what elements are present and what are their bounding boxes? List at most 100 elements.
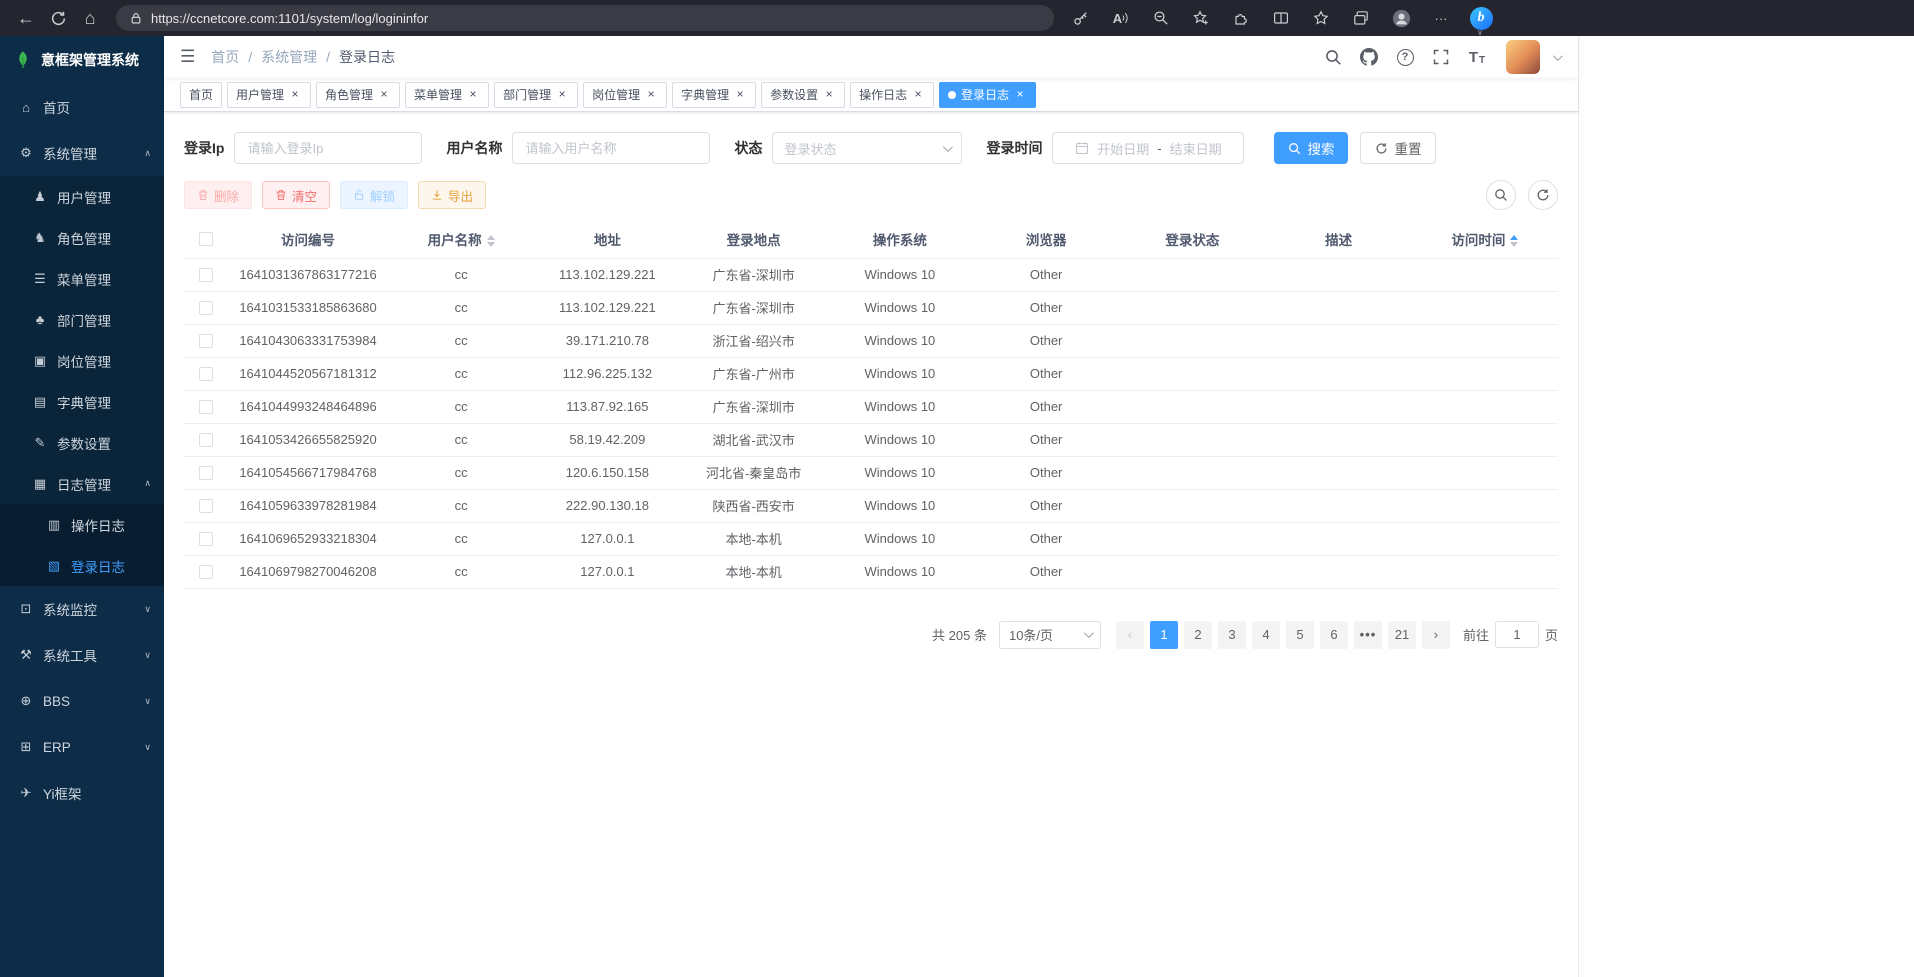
table-row[interactable]: 1641059633978281984 cc 222.90.130.18 陕西省… (184, 489, 1558, 522)
sidebar-item[interactable]: ⚒ 系统工具 ∨ (0, 632, 164, 678)
sidebar-item[interactable]: ♞ 角色管理 (0, 217, 164, 258)
login-ip-input[interactable] (234, 132, 422, 164)
browser-settings-dots-icon[interactable]: ··· (1428, 4, 1454, 32)
table-row[interactable]: 1641044520567181312 cc 112.96.225.132 广东… (184, 357, 1558, 390)
table-row[interactable]: 1641054566717984768 cc 120.6.150.158 河北省… (184, 456, 1558, 489)
table-row[interactable]: 1641044993248464896 cc 113.87.92.165 广东省… (184, 390, 1558, 423)
page-button[interactable]: 5 (1286, 621, 1314, 649)
sidebar-item[interactable]: ▧ 登录日志 (0, 545, 164, 586)
tab-close-icon[interactable]: × (1013, 88, 1027, 102)
read-aloud-icon[interactable]: A (1108, 4, 1134, 32)
export-button[interactable]: 导出 (418, 181, 486, 209)
sidebar-item[interactable]: ✎ 参数设置 (0, 422, 164, 463)
sidebar-item[interactable]: ⚙ 系统管理 ∧ (0, 130, 164, 176)
sidebar-item[interactable]: ♟ 用户管理 (0, 176, 164, 217)
tab[interactable]: 登录日志 × (939, 82, 1036, 108)
page-button[interactable]: 3 (1218, 621, 1246, 649)
browser-profile-avatar[interactable] (1388, 4, 1414, 32)
toggle-search-button[interactable] (1486, 180, 1516, 210)
refresh-table-button[interactable] (1528, 180, 1558, 210)
collections-icon[interactable] (1348, 4, 1374, 32)
page-button[interactable]: 21 (1388, 621, 1416, 649)
favorites-star-icon[interactable] (1308, 4, 1334, 32)
font-size-icon[interactable]: TT (1462, 42, 1492, 72)
page-button[interactable]: 4 (1252, 621, 1280, 649)
tab[interactable]: 岗位管理 × (583, 82, 667, 108)
breadcrumb-parent[interactable]: 系统管理 (261, 49, 317, 65)
password-key-icon[interactable] (1068, 4, 1094, 32)
table-row[interactable]: 1641031367863177216 cc 113.102.129.221 广… (184, 258, 1558, 291)
page-button[interactable]: 1 (1150, 621, 1178, 649)
table-row[interactable]: 1641053426655825920 cc 58.19.42.209 湖北省-… (184, 423, 1558, 456)
sort-icon[interactable] (487, 235, 495, 247)
row-checkbox[interactable] (199, 466, 213, 480)
sidebar-item[interactable]: ▣ 岗位管理 (0, 340, 164, 381)
page-button[interactable]: 6 (1320, 621, 1348, 649)
table-row[interactable]: 1641031533185863680 cc 113.102.129.221 广… (184, 291, 1558, 324)
split-screen-icon[interactable] (1268, 4, 1294, 32)
extensions-puzzle-icon[interactable] (1228, 4, 1254, 32)
tab[interactable]: 菜单管理 × (405, 82, 489, 108)
tab-close-icon[interactable]: × (733, 88, 747, 102)
github-icon[interactable] (1354, 42, 1384, 72)
row-checkbox[interactable] (199, 499, 213, 513)
tab-close-icon[interactable]: × (288, 88, 302, 102)
select-all-checkbox[interactable] (199, 232, 213, 246)
sidebar-item[interactable]: ▦ 日志管理 ∧ (0, 463, 164, 504)
tab[interactable]: 用户管理 × (227, 82, 311, 108)
tab[interactable]: 部门管理 × (494, 82, 578, 108)
row-checkbox[interactable] (199, 433, 213, 447)
sidebar-toggle-icon[interactable]: ☰ (180, 47, 195, 67)
page-button[interactable]: ••• (1354, 621, 1382, 649)
tab[interactable]: 操作日志 × (850, 82, 934, 108)
tab-close-icon[interactable]: × (644, 88, 658, 102)
sidebar-item[interactable]: ⊕ BBS ∨ (0, 678, 164, 724)
tab-close-icon[interactable]: × (911, 88, 925, 102)
row-checkbox[interactable] (199, 532, 213, 546)
app-logo[interactable]: 意框架管理系统 (0, 36, 164, 84)
browser-home-button[interactable]: ⌂ (74, 3, 106, 33)
goto-page-input[interactable] (1495, 621, 1539, 648)
tab-close-icon[interactable]: × (555, 88, 569, 102)
delete-button[interactable]: 删除 (184, 181, 252, 209)
sidebar-item[interactable]: ✈ Yi框架 (0, 770, 164, 816)
username-input[interactable] (512, 132, 710, 164)
sidebar-item[interactable]: ▤ 字典管理 (0, 381, 164, 422)
unlock-button[interactable]: 解锁 (340, 181, 408, 209)
add-favorite-star-icon[interactable] (1188, 4, 1214, 32)
browser-back-button[interactable]: ← (10, 3, 42, 33)
breadcrumb-home[interactable]: 首页 (211, 49, 239, 65)
sidebar-item[interactable]: ⊡ 系统监控 ∨ (0, 586, 164, 632)
status-select[interactable]: 登录状态 (772, 132, 962, 164)
page-button[interactable]: › (1422, 621, 1450, 649)
tab[interactable]: 角色管理 × (316, 82, 400, 108)
table-row[interactable]: 1641069798270046208 cc 127.0.0.1 本地-本机 W… (184, 555, 1558, 588)
row-checkbox[interactable] (199, 301, 213, 315)
address-bar[interactable]: https://ccnetcore.com:1101/system/log/lo… (116, 5, 1054, 31)
row-checkbox[interactable] (199, 565, 213, 579)
help-icon[interactable]: ? (1390, 42, 1420, 72)
browser-refresh-button[interactable] (42, 3, 74, 33)
zoom-out-icon[interactable] (1148, 4, 1174, 32)
tab-close-icon[interactable]: × (377, 88, 391, 102)
page-button[interactable]: 2 (1184, 621, 1212, 649)
page-size-select[interactable]: 10条/页 (999, 621, 1101, 649)
header-search-icon[interactable] (1318, 42, 1348, 72)
tab-close-icon[interactable]: × (822, 88, 836, 102)
tab[interactable]: 参数设置 × (761, 82, 845, 108)
date-range-picker[interactable]: 开始日期 - 结束日期 (1052, 132, 1244, 164)
sidebar-item[interactable]: ♣ 部门管理 (0, 299, 164, 340)
search-button[interactable]: 搜索 (1274, 132, 1348, 164)
fullscreen-icon[interactable] (1426, 42, 1456, 72)
sidebar-item[interactable]: ⊞ ERP ∨ (0, 724, 164, 770)
tab[interactable]: 首页 × (180, 82, 222, 108)
table-row[interactable]: 1641043063331753984 cc 39.171.210.78 浙江省… (184, 324, 1558, 357)
sidebar-item[interactable]: ▥ 操作日志 (0, 504, 164, 545)
tab-close-icon[interactable]: × (466, 88, 480, 102)
copilot-bing-icon[interactable]: b ∨ (1468, 4, 1494, 32)
page-button[interactable]: ‹ (1116, 621, 1144, 649)
sidebar-item[interactable]: ⌂ 首页 (0, 84, 164, 130)
sidebar-item[interactable]: ☰ 菜单管理 (0, 258, 164, 299)
avatar-caret-icon[interactable] (1553, 51, 1563, 61)
row-checkbox[interactable] (199, 268, 213, 282)
